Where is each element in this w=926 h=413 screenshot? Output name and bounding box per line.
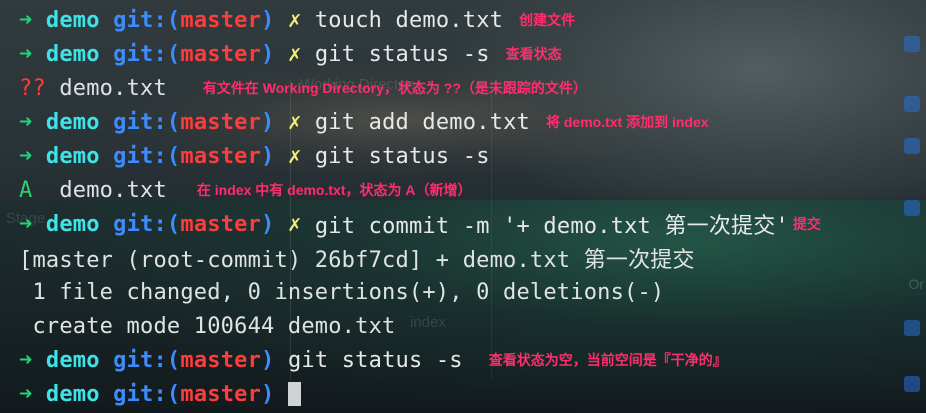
annotation-note: 提交 — [792, 216, 821, 232]
command-text: git commit -m '+ demo.txt 第一次提交' — [314, 214, 789, 239]
prompt-arrow-icon: ➜ — [19, 143, 33, 169]
command-text: git status -s — [287, 347, 463, 373]
prompt-branch: master — [180, 41, 262, 67]
prompt-dirty-icon: ✗ — [287, 7, 302, 33]
annotation-note: 在 index 中有 demo.txt，状态为 A（新增） — [196, 182, 472, 198]
terminal-line: create mode 100644 demo.txt — [19, 309, 926, 343]
annotation-note: 查看状态为空，当前空间是『干净的』 — [488, 352, 727, 368]
status-code-untracked: ?? — [19, 75, 46, 101]
prompt-arrow-icon: ➜ — [19, 109, 33, 135]
text-cursor[interactable] — [287, 382, 301, 406]
prompt-git-open: git:( — [113, 211, 181, 237]
commit-mode-output: create mode 100644 demo.txt — [19, 313, 396, 339]
terminal-line: A demo.txt 在 index 中有 demo.txt，状态为 A（新增） — [19, 173, 926, 207]
prompt-branch: master — [180, 381, 262, 407]
prompt-directory: demo — [45, 41, 100, 67]
prompt-git-open: git:( — [113, 143, 181, 169]
terminal-line: ➜ demo git:(master) ✗ touch demo.txt 创建文件 — [19, 3, 926, 37]
status-file: demo.txt — [59, 177, 167, 203]
prompt-git-open: git:( — [113, 347, 181, 373]
terminal-input-line[interactable]: ➜ demo git:(master) — [19, 377, 926, 411]
prompt-directory: demo — [45, 7, 100, 33]
annotation-note: 有文件在 Working Directory，状态为 ??（是未跟踪的文件） — [202, 80, 587, 96]
prompt-arrow-icon: ➜ — [19, 347, 33, 373]
prompt-branch: master — [180, 7, 262, 33]
terminal-line: [master (root-commit) 26bf7cd] + demo.tx… — [19, 241, 926, 275]
annotation-note: 将 demo.txt 添加到 index — [545, 114, 709, 130]
prompt-git-close: ) — [261, 347, 275, 373]
status-code-added: A — [19, 177, 33, 203]
prompt-dirty-icon: ✗ — [287, 41, 302, 67]
terminal-line: ➜ demo git:(master) git status -s 查看状态为空，… — [19, 343, 926, 377]
terminal-line: ?? demo.txt 有文件在 Working Directory，状态为 ??… — [19, 71, 926, 105]
status-file: demo.txt — [59, 75, 167, 101]
command-text: git status -s — [314, 143, 490, 169]
prompt-directory: demo — [45, 381, 100, 407]
prompt-git-close: ) — [261, 211, 275, 237]
terminal-line: ➜ demo git:(master) ✗ git status -s — [19, 139, 926, 173]
prompt-dirty-icon: ✗ — [287, 143, 302, 169]
prompt-branch: master — [180, 347, 262, 373]
prompt-arrow-icon: ➜ — [19, 211, 33, 237]
prompt-git-close: ) — [261, 381, 275, 407]
terminal-line: ➜ demo git:(master) ✗ git commit -m '+ d… — [19, 207, 926, 241]
prompt-directory: demo — [45, 347, 100, 373]
prompt-git-close: ) — [261, 7, 275, 33]
prompt-dirty-icon: ✗ — [287, 211, 302, 237]
prompt-arrow-icon: ➜ — [19, 41, 33, 67]
terminal-line: ➜ demo git:(master) ✗ git status -s 查看状态 — [19, 37, 926, 71]
commit-stats-output: 1 file changed, 0 insertions(+), 0 delet… — [19, 279, 665, 305]
prompt-git-open: git:( — [113, 381, 181, 407]
prompt-git-close: ) — [261, 143, 275, 169]
prompt-git-close: ) — [261, 109, 275, 135]
prompt-branch: master — [180, 143, 262, 169]
annotation-note: 创建文件 — [519, 12, 576, 28]
annotation-note: 查看状态 — [505, 46, 562, 62]
prompt-git-open: git:( — [113, 109, 181, 135]
prompt-arrow-icon: ➜ — [19, 381, 33, 407]
command-text: git add demo.txt — [314, 109, 530, 135]
prompt-git-close: ) — [261, 41, 275, 67]
terminal-line: 1 file changed, 0 insertions(+), 0 delet… — [19, 275, 926, 309]
prompt-arrow-icon: ➜ — [19, 7, 33, 33]
prompt-directory: demo — [45, 143, 100, 169]
terminal-window[interactable]: ➜ demo git:(master) ✗ touch demo.txt 创建文件… — [0, 0, 926, 413]
prompt-directory: demo — [45, 211, 100, 237]
prompt-dirty-icon: ✗ — [287, 109, 302, 135]
prompt-git-open: git:( — [113, 41, 181, 67]
command-text: touch demo.txt — [314, 7, 504, 33]
commit-output: [master (root-commit) 26bf7cd] + demo.tx… — [19, 248, 695, 273]
prompt-git-open: git:( — [113, 7, 181, 33]
terminal-line: ➜ demo git:(master) ✗ git add demo.txt 将 … — [19, 105, 926, 139]
prompt-branch: master — [180, 211, 262, 237]
prompt-branch: master — [180, 109, 262, 135]
prompt-directory: demo — [45, 109, 100, 135]
command-text: git status -s — [314, 41, 490, 67]
